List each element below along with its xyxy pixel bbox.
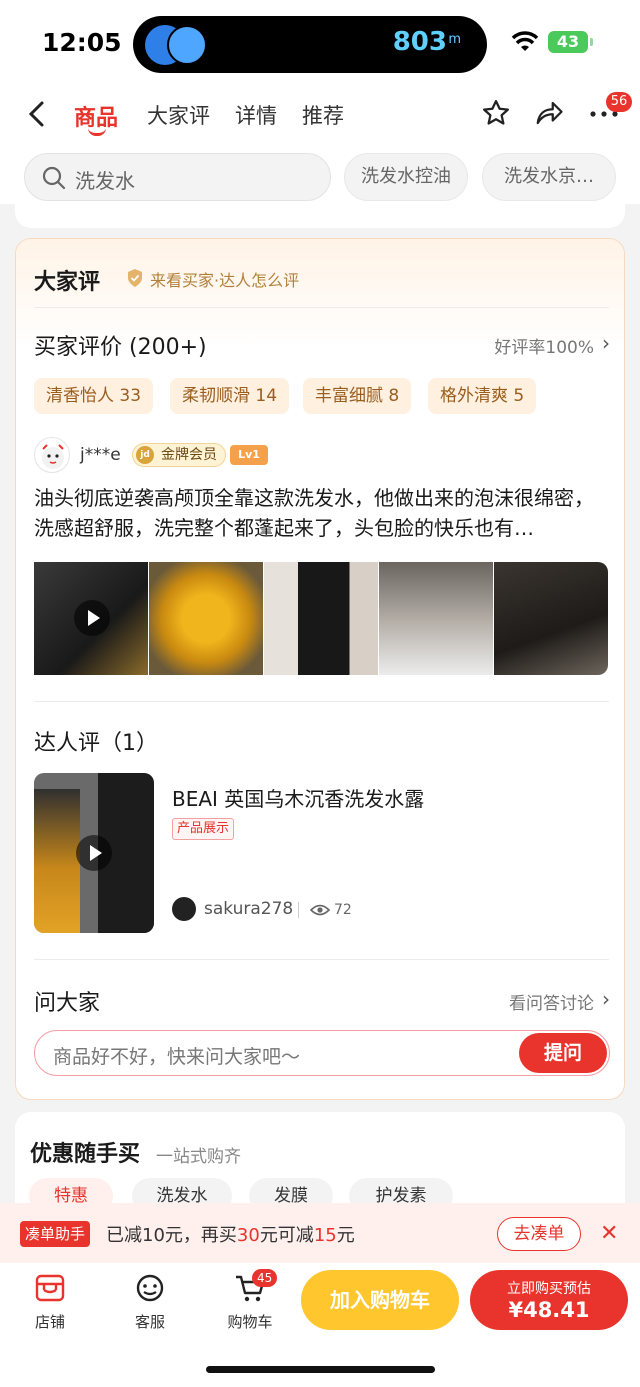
cart-label: 购物车 [227,1313,273,1331]
buy-now-button[interactable]: 立即购买预估 ¥48.41 [470,1270,628,1330]
divider [34,701,609,702]
card-bottom-edge [15,204,625,228]
jd-member-icon: jd [136,446,154,464]
island-unit: m [448,32,461,47]
gold-member-badge: jd 金牌会员 [132,443,226,467]
reviews-title: 大家评 [34,270,101,295]
buyer-reviews-title[interactable]: 买家评价 (200+) [34,329,207,361]
expert-tag: 产品展示 [172,818,235,840]
promo-subtitle: 一站式购齐 [156,1147,241,1167]
bottle-shape [34,789,80,933]
divider [34,959,609,960]
search-placeholder: 洗发水 [75,169,135,193]
customer-service-icon [136,1274,164,1302]
close-icon[interactable]: ✕ [600,1221,618,1246]
expert-product-name[interactable]: BEAI 英国乌木沉香洗发水露 [172,783,424,812]
qa-title: 问大家 [34,991,101,1016]
more-badge: 56 [606,92,632,112]
reviews-card: 大家评 来看买家·达人怎么评 买家评价 (200+) 好评率100% › 清香怡… [15,238,625,1100]
review-video-thumbnail[interactable] [34,562,148,675]
divider [298,902,299,918]
divider [34,307,609,308]
island-distance: 803 [392,27,447,57]
qa-input[interactable]: 商品好不好，快来问大家吧～ 提问 [34,1030,610,1076]
back-arrow-icon[interactable] [26,100,48,128]
status-time: 12:05 [42,28,122,57]
helper-amount-b: 30 [236,1225,260,1246]
store-icon [35,1274,65,1302]
buy-now-label: 立即购买预估 [507,1281,591,1297]
play-icon [76,835,112,871]
home-indicator[interactable] [206,1366,435,1373]
service-button[interactable]: 客服 [120,1273,180,1332]
promo-title: 优惠随手买 [30,1142,141,1167]
helper-text-c: 元可减 [259,1225,314,1246]
qa-placeholder: 商品好不好，快来问大家吧～ [53,1046,301,1068]
wifi-icon [511,31,539,51]
expert-video-thumbnail[interactable] [34,773,154,933]
battery-icon: 43 [548,31,588,53]
search-row: 洗发水 洗发水控油 洗发水京… [0,144,640,204]
helper-text-b: 元，再买 [164,1225,237,1246]
status-bar: 12:05 803 m 43 [0,0,640,88]
service-label: 客服 [134,1313,165,1331]
helper-text-a: 已减 [106,1225,142,1246]
store-label: 店铺 [34,1313,65,1331]
review-tag-chip[interactable]: 丰富细腻 8 [303,378,412,414]
buy-now-price: ¥48.41 [508,1298,590,1322]
helper-amount-c: 15 [313,1225,337,1246]
play-icon [74,600,110,636]
helper-text-d: 元 [336,1225,355,1246]
chevron-right-icon: › [602,987,610,1011]
review-photo-thumbnail[interactable] [379,562,493,675]
reviewer-name[interactable]: j***e [80,445,121,465]
share-icon[interactable] [534,99,564,127]
eye-icon [310,904,330,916]
battery-nub [590,38,593,46]
cart-badge: 45 [252,1269,278,1287]
add-to-cart-button[interactable]: 加入购物车 [301,1270,459,1330]
store-button[interactable]: 店铺 [20,1273,80,1332]
island-avatar-icon-2 [167,25,207,65]
review-tag-chip[interactable]: 清香怡人 33 [34,378,154,414]
search-suggestion[interactable]: 洗发水控油 [344,153,468,201]
tab-recommend[interactable]: 推荐 [302,100,344,130]
bundle-helper-tag: 凑单助手 [20,1221,91,1247]
search-icon [42,166,66,190]
tab-details[interactable]: 详情 [235,100,277,130]
star-favorite-icon[interactable] [481,98,511,128]
review-tag-chip[interactable]: 格外清爽 5 [428,378,537,414]
good-rate-link[interactable]: 好评率100% [494,333,594,358]
chevron-right-icon: › [602,331,610,355]
user-avatar-icon [42,444,64,469]
expert-avatar[interactable] [172,897,196,921]
reviews-subtitle: 来看买家·达人怎么评 [150,271,300,290]
expert-user-name[interactable]: sakura278 [204,899,293,919]
tab-active-indicator [88,128,106,136]
expert-view-count: 72 [334,902,352,918]
bundle-helper-bar: 凑单助手 已减10元，再买30元可减15元 去凑单 ✕ [0,1203,640,1263]
level-badge: Lv1 [230,445,268,465]
review-photo-thumbnail[interactable] [494,562,608,675]
search-suggestion[interactable]: 洗发水京… [482,153,616,201]
dynamic-island[interactable]: 803 m [133,16,487,73]
tab-reviews[interactable]: 大家评 [147,100,210,130]
search-input[interactable]: 洗发水 [24,153,331,201]
helper-amount-a: 10 [142,1225,165,1246]
review-tag-chip[interactable]: 柔韧顺滑 14 [170,378,290,414]
expert-reviews-title: 达人评（1） [34,731,158,756]
qa-discussion-link[interactable]: 看问答讨论 [509,989,594,1014]
avatar[interactable] [34,437,70,473]
gold-member-label: 金牌会员 [161,447,217,463]
review-photo-thumbnail[interactable] [264,562,378,675]
shield-check-icon [128,269,142,287]
review-text[interactable]: 油头彻底逆袭高颅顶全靠这款洗发水，他做出来的泡沫很绵密，洗感超舒服，洗完整个都蓬… [34,483,610,543]
product-nav: 商品 大家评 详情 推荐 [0,88,640,144]
ask-button[interactable]: 提问 [519,1033,607,1073]
bundle-helper-text: 已减10元，再买30元可减15元 [106,1221,355,1247]
review-photo-thumbnail[interactable] [149,562,263,675]
bundle-button[interactable]: 去凑单 [497,1217,581,1251]
